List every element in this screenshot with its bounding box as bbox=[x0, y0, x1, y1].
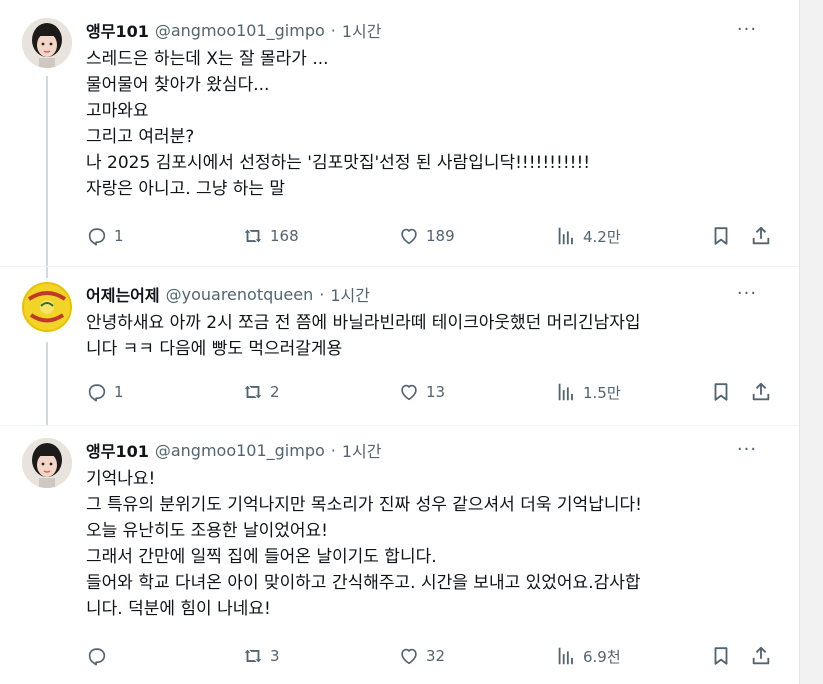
avatar[interactable] bbox=[22, 282, 72, 332]
views-button[interactable]: 1.5만 bbox=[555, 377, 621, 407]
like-icon bbox=[401, 228, 417, 245]
views-count: 1.5만 bbox=[583, 383, 621, 402]
tweet-header: 앵무101 @angmoo101_gimpo · 1시간 bbox=[86, 438, 382, 462]
reply-button[interactable]: 1 bbox=[86, 221, 124, 251]
share-icon bbox=[752, 382, 770, 401]
retweet-button[interactable]: 168 bbox=[242, 221, 299, 251]
display-name[interactable]: 앵무101 bbox=[86, 18, 149, 42]
share-button[interactable] bbox=[750, 377, 772, 407]
more-icon[interactable]: ··· bbox=[730, 434, 764, 464]
reply-button[interactable] bbox=[86, 641, 114, 671]
tweet-line: 오늘 유난히도 조용한 날이었어요! bbox=[86, 521, 328, 541]
tweet-line: 물어물어 찾아가 왔심다... bbox=[86, 75, 270, 95]
tweet-line: 들어와 학교 다녀온 아이 맞이하고 간식해주고. 시간을 보내고 있었어요.감… bbox=[86, 573, 641, 593]
views-count: 6.9천 bbox=[583, 647, 621, 666]
retweet-icon bbox=[244, 385, 262, 399]
more-icon[interactable]: ··· bbox=[730, 14, 764, 44]
like-button[interactable]: 189 bbox=[398, 221, 455, 251]
action-bar: 1 2 13 1.5만 bbox=[86, 377, 786, 407]
like-icon bbox=[401, 384, 417, 401]
display-name[interactable]: 어제는어제 bbox=[86, 282, 160, 306]
tweet-3[interactable]: 앵무101 @angmoo101_gimpo · 1시간 ··· 기억나요! 그… bbox=[0, 438, 800, 678]
views-icon bbox=[558, 227, 573, 245]
separator-dot: · bbox=[330, 20, 336, 40]
retweet-button[interactable]: 2 bbox=[242, 377, 280, 407]
separator-dot: · bbox=[330, 440, 336, 460]
reply-icon bbox=[88, 648, 106, 666]
bookmark-icon bbox=[714, 227, 728, 245]
bookmark-button[interactable] bbox=[710, 641, 732, 671]
divider bbox=[0, 266, 800, 267]
like-count: 13 bbox=[426, 383, 446, 401]
tweet-text: 스레드은 하는데 X는 잘 몰라가 ... 물어물어 찾아가 왔심다... 고마… bbox=[86, 46, 786, 202]
tweet-line: 니다. 덕분에 힘이 나네요! bbox=[86, 599, 271, 619]
scrollbar[interactable] bbox=[799, 0, 823, 684]
reply-icon bbox=[88, 384, 106, 402]
tweet-line: 자랑은 아니고. 그냥 하는 말 bbox=[86, 179, 286, 199]
tweet-line: 고마와요 bbox=[86, 101, 149, 121]
like-button[interactable]: 13 bbox=[398, 377, 445, 407]
retweet-count: 3 bbox=[270, 647, 280, 665]
action-bar: 3 32 6.9천 bbox=[86, 641, 786, 671]
reply-count: 1 bbox=[114, 383, 124, 401]
like-icon bbox=[401, 648, 417, 665]
bookmark-button[interactable] bbox=[710, 377, 732, 407]
more-icon[interactable]: ··· bbox=[730, 278, 764, 308]
tweet-line: 기억나요! bbox=[86, 469, 156, 489]
reply-count: 1 bbox=[114, 227, 124, 245]
user-handle[interactable]: @angmoo101_gimpo bbox=[155, 21, 325, 40]
retweet-count: 2 bbox=[270, 383, 280, 401]
views-icon bbox=[558, 383, 573, 401]
tweet-line: 그 특유의 분위기도 기억나지만 목소리가 진짜 성우 같으셔서 더욱 기억납니… bbox=[86, 495, 642, 515]
tweet-1[interactable]: 앵무101 @angmoo101_gimpo · 1시간 ··· 스레드은 하는… bbox=[0, 18, 800, 258]
like-button[interactable]: 32 bbox=[398, 641, 445, 671]
like-count: 189 bbox=[426, 227, 455, 245]
tweet-text: 기억나요! 그 특유의 분위기도 기억나지만 목소리가 진짜 성우 같으셔서 더… bbox=[86, 466, 786, 622]
share-button[interactable] bbox=[750, 641, 772, 671]
tweet-header: 어제는어제 @youarenotqueen · 1시간 bbox=[86, 282, 370, 306]
bookmark-button[interactable] bbox=[710, 221, 732, 251]
tweet-line: 나 2025 김포시에서 선정하는 '김포맛집'선정 된 사람입니닥!!!!!!… bbox=[86, 153, 591, 173]
bookmark-icon bbox=[714, 383, 728, 401]
views-count: 4.2만 bbox=[583, 227, 621, 246]
retweet-icon bbox=[244, 229, 262, 243]
share-icon bbox=[752, 646, 770, 665]
tweet-line: 그래서 간만에 일찍 집에 들어온 날이기도 합니다. bbox=[86, 547, 437, 567]
tweet-line: 그리고 여러분? bbox=[86, 127, 195, 147]
share-icon bbox=[752, 226, 770, 245]
share-button[interactable] bbox=[750, 221, 772, 251]
tweet-header: 앵무101 @angmoo101_gimpo · 1시간 bbox=[86, 18, 382, 42]
divider bbox=[0, 425, 800, 426]
avatar[interactable] bbox=[22, 438, 72, 488]
tweet-2[interactable]: 어제는어제 @youarenotqueen · 1시간 ··· 안녕하새요 아까… bbox=[0, 282, 800, 422]
bookmark-icon bbox=[714, 647, 728, 665]
display-name[interactable]: 앵무101 bbox=[86, 438, 149, 462]
reply-icon bbox=[88, 228, 106, 246]
views-button[interactable]: 6.9천 bbox=[555, 641, 621, 671]
views-icon bbox=[558, 647, 573, 665]
views-button[interactable]: 4.2만 bbox=[555, 221, 621, 251]
retweet-count: 168 bbox=[270, 227, 299, 245]
retweet-button[interactable]: 3 bbox=[242, 641, 280, 671]
timestamp[interactable]: 1시간 bbox=[342, 18, 382, 42]
tweet-line: 스레드은 하는데 X는 잘 몰라가 ... bbox=[86, 49, 329, 69]
tweet-line: 니다 ㅋㅋ 다음에 빵도 먹으러갈게용 bbox=[86, 339, 343, 359]
timestamp[interactable]: 1시간 bbox=[330, 282, 370, 306]
tweet-line: 안녕하새요 아까 2시 쪼금 전 쯤에 바닐라빈라떼 테이크아웃했던 머리긴남자… bbox=[86, 313, 641, 333]
reply-button[interactable]: 1 bbox=[86, 377, 124, 407]
tweet-text: 안녕하새요 아까 2시 쪼금 전 쯤에 바닐라빈라떼 테이크아웃했던 머리긴남자… bbox=[86, 310, 786, 362]
like-count: 32 bbox=[426, 647, 446, 665]
timestamp[interactable]: 1시간 bbox=[342, 438, 382, 462]
retweet-icon bbox=[244, 649, 262, 663]
user-handle[interactable]: @youarenotqueen bbox=[166, 285, 314, 304]
action-bar: 1 168 189 4.2만 bbox=[86, 221, 786, 251]
avatar[interactable] bbox=[22, 18, 72, 68]
user-handle[interactable]: @angmoo101_gimpo bbox=[155, 441, 325, 460]
separator-dot: · bbox=[319, 284, 325, 304]
